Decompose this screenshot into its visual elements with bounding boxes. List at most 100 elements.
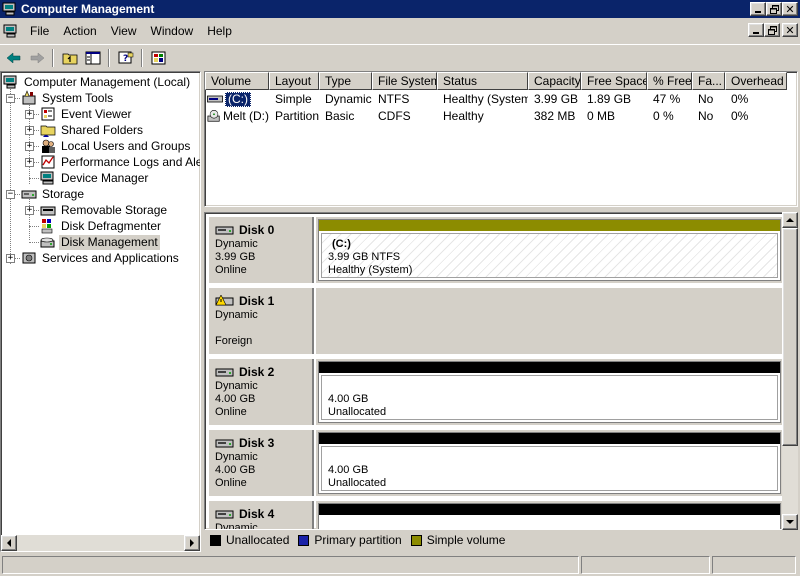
show-hide-tree-button[interactable] <box>81 47 104 69</box>
help-button[interactable]: ? <box>114 47 137 69</box>
expand-shared-folders[interactable]: + <box>25 126 34 135</box>
minimize-button[interactable] <box>750 2 766 16</box>
tree-label: Computer Management (Local) <box>24 74 191 89</box>
back-button[interactable] <box>2 47 25 69</box>
tree-item-shared-folders[interactable]: Shared Folders <box>40 122 145 138</box>
title-bar: Computer Management ✕ <box>0 0 800 18</box>
expand-local-users[interactable]: + <box>25 142 34 151</box>
expand-event-viewer[interactable]: + <box>25 110 34 119</box>
disk-state: Online <box>215 264 247 276</box>
col-free-space[interactable]: Free Space <box>581 72 647 90</box>
tree-horizontal-scrollbar[interactable] <box>1 535 200 551</box>
unallocated-region[interactable]: 4.00 GB Unallocated <box>318 361 781 423</box>
col-fault-tolerance[interactable]: Fa... <box>692 72 725 90</box>
disk-row[interactable]: Disk 4 Dynamic <box>209 501 783 529</box>
disk-state: Online <box>215 477 247 489</box>
tree-item-disk-management[interactable]: Disk Management <box>40 234 160 250</box>
volume-name: Melt (D:) <box>223 109 269 123</box>
tree-item-perf-logs[interactable]: Performance Logs and Alerts <box>40 154 200 170</box>
disk-warning-icon <box>215 295 234 306</box>
expand-removable-storage[interactable]: + <box>25 206 34 215</box>
tree-connector <box>29 242 39 243</box>
child-restore-button[interactable] <box>764 23 780 37</box>
unallocated-region[interactable]: 4.00 GB Unallocated <box>318 432 781 494</box>
collapse-system-tools[interactable]: − <box>6 94 15 103</box>
col-percent-free[interactable]: % Free <box>647 72 692 90</box>
tree-item-storage[interactable]: Storage <box>21 186 86 202</box>
child-minimize-button[interactable] <box>748 23 764 37</box>
scroll-right-button[interactable] <box>184 535 200 551</box>
disk-drive-icon <box>215 226 234 235</box>
forward-button[interactable] <box>25 47 48 69</box>
menu-file[interactable]: File <box>23 21 56 41</box>
expand-perf-logs[interactable]: + <box>25 158 34 167</box>
menu-help[interactable]: Help <box>200 21 239 41</box>
removable-storage-icon <box>40 206 56 216</box>
tree-item-event-viewer[interactable]: Event Viewer <box>40 106 133 122</box>
volume-list: Volume Layout Type File System Status Ca… <box>204 71 798 207</box>
tree-label: Storage <box>42 186 85 201</box>
tree-label: Disk Defragmenter <box>61 218 162 233</box>
table-row[interactable]: (C:) Simple Dynamic NTFS Healthy (System… <box>205 91 787 107</box>
disk-row[interactable]: Disk 1 Dynamic Foreign <box>209 288 783 354</box>
col-overhead[interactable]: Overhead <box>725 72 787 90</box>
partition-label: (C:) <box>332 238 351 250</box>
menu-action[interactable]: Action <box>56 21 103 41</box>
menu-view[interactable]: View <box>104 21 144 41</box>
tree-connector <box>10 84 11 264</box>
disk-info[interactable]: Disk 1 Dynamic Foreign <box>209 288 314 354</box>
expand-services-apps[interactable]: + <box>6 254 15 263</box>
up-folder-icon <box>62 53 77 64</box>
properties-button[interactable] <box>147 47 170 69</box>
menu-window[interactable]: Window <box>144 21 201 41</box>
volume-type: Dynamic <box>325 92 372 106</box>
disk-info[interactable]: Disk 0 Dynamic 3.99 GB Online <box>209 217 314 283</box>
status-panel-2 <box>580 555 711 574</box>
close-button[interactable]: ✕ <box>782 2 798 16</box>
disk-info[interactable]: Disk 4 Dynamic <box>209 501 314 529</box>
scroll-track[interactable] <box>17 535 184 551</box>
disk-row[interactable]: Disk 2 Dynamic 4.00 GB Online 4.00 GB Un… <box>209 359 783 425</box>
partition-c[interactable]: (C:) 3.99 GB NTFS Healthy (System) <box>318 219 781 281</box>
disk-info[interactable]: Disk 2 Dynamic 4.00 GB Online <box>209 359 314 425</box>
col-file-system[interactable]: File System <box>372 72 437 90</box>
unallocated-region[interactable] <box>318 503 781 529</box>
col-capacity[interactable]: Capacity <box>528 72 581 90</box>
restore-icon <box>769 4 779 14</box>
collapse-storage[interactable]: − <box>6 190 15 199</box>
disk-row[interactable]: Disk 0 Dynamic 3.99 GB Online (C:) 3.99 … <box>209 217 783 283</box>
child-close-button[interactable]: ✕ <box>782 23 798 37</box>
tree-item-computer-management[interactable]: Computer Management (Local) <box>3 74 192 90</box>
disk-row[interactable]: Disk 3 Dynamic 4.00 GB Online 4.00 GB Un… <box>209 430 783 496</box>
tree-item-device-manager[interactable]: Device Manager <box>40 170 150 186</box>
arrow-right-icon <box>190 539 194 547</box>
scroll-down-button[interactable] <box>782 514 798 530</box>
status-bar <box>0 553 800 576</box>
col-volume[interactable]: Volume <box>205 72 269 90</box>
tree-label: Services and Applications <box>42 250 179 265</box>
col-type[interactable]: Type <box>319 72 372 90</box>
volume-layout: Simple <box>275 92 312 106</box>
tree-item-disk-defragmenter[interactable]: Disk Defragmenter <box>40 218 163 234</box>
col-status[interactable]: Status <box>437 72 528 90</box>
restore-button[interactable] <box>766 2 782 16</box>
disk-info[interactable]: Disk 3 Dynamic 4.00 GB Online <box>209 430 314 496</box>
disk-view-vertical-scrollbar[interactable] <box>782 212 798 530</box>
up-one-level-button[interactable] <box>58 47 81 69</box>
table-row[interactable]: Melt (D:) Partition Basic CDFS Healthy 3… <box>205 108 787 124</box>
tree-item-removable-storage[interactable]: Removable Storage <box>40 202 169 218</box>
tree-item-local-users[interactable]: Local Users and Groups <box>40 138 192 154</box>
console-tree: − + + + + − + + Computer Management (Loc… <box>0 71 201 552</box>
document-system-menu-icon[interactable] <box>3 23 19 39</box>
tree-item-services-apps[interactable]: Services and Applications <box>21 250 181 266</box>
cd-rom-icon <box>207 110 220 122</box>
scroll-thumb[interactable] <box>782 228 798 446</box>
tree-item-system-tools[interactable]: System Tools <box>21 90 115 106</box>
disk-partition-area <box>316 288 783 354</box>
volume-overhead: 0% <box>731 109 749 123</box>
disk-drive-icon <box>215 368 234 377</box>
disk-management-icon <box>40 237 55 248</box>
scroll-left-button[interactable] <box>1 535 17 551</box>
col-layout[interactable]: Layout <box>269 72 319 90</box>
scroll-up-button[interactable] <box>782 212 798 228</box>
